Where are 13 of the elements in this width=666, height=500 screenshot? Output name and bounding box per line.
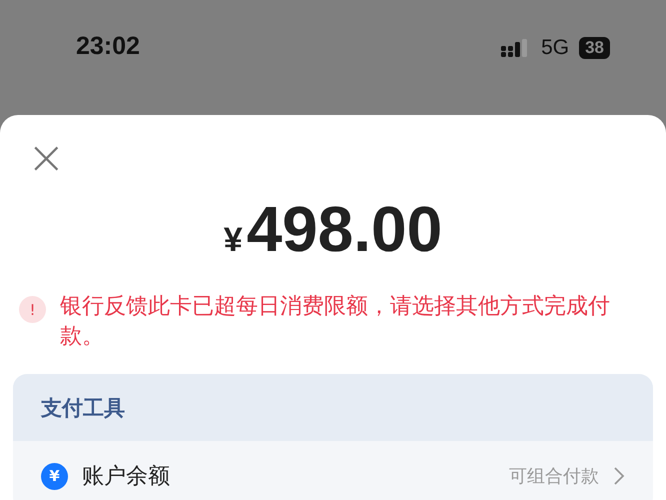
close-button[interactable]: × <box>27 137 66 177</box>
battery-indicator: 38 <box>579 37 610 59</box>
option-note: 可组合付款 <box>509 465 599 488</box>
payment-amount: ¥498.00 <box>222 192 444 267</box>
error-message: 银行反馈此卡已超每日消费限额，请选择其他方式完成付款。 <box>60 293 611 351</box>
option-label: 账户余额 <box>82 463 171 491</box>
warning-icon: ! <box>19 296 46 323</box>
payment-option[interactable]: ¥ 账户余额 可组合付款 <box>13 441 653 500</box>
card-title: 支付工具 <box>41 394 125 422</box>
network-label: 5G <box>541 36 570 60</box>
yuan-icon: ¥ <box>41 462 68 490</box>
status-time: 23:02 <box>76 32 140 61</box>
chevron-icon <box>613 466 625 486</box>
